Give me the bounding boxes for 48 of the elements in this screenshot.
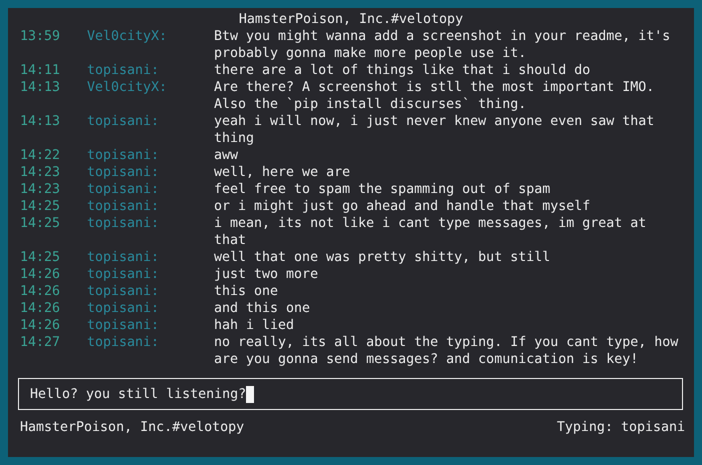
message-text: this one [214, 283, 278, 300]
message-time: 14:26 [20, 266, 60, 283]
message-nick: topisani: [87, 215, 160, 233]
message-nick: topisani: [87, 334, 160, 352]
message-time: 14:11 [20, 62, 60, 79]
message-time: 14:23 [20, 181, 60, 198]
message-text: aww [214, 147, 238, 164]
message-time: 14:25 [20, 198, 60, 215]
message-nick: topisani: [87, 147, 160, 164]
message-time: 14:26 [20, 317, 60, 334]
message-text: feel free to spam the spamming out of spam [214, 181, 550, 198]
cursor-icon [246, 386, 254, 402]
message-text: well that one was pretty shitty, but still [214, 249, 550, 266]
message-time: 14:22 [20, 147, 60, 164]
input-field[interactable]: Hello? you still listening? [18, 378, 683, 410]
message-nick: topisani: [87, 198, 160, 215]
message-text: no really, its all about the typing. If you cant type, how are you gonna send messages? and comunication is key! [214, 334, 678, 368]
message-text: just two more [214, 266, 318, 283]
message-time: 14:13 [20, 79, 60, 97]
message-time: 14:23 [20, 164, 60, 181]
message-nick: topisani: [87, 266, 160, 283]
message-nick: Vel0cityX: [87, 28, 168, 46]
message-text: and this one [214, 300, 310, 317]
message-time: 14:27 [20, 334, 60, 352]
typing-indicator: Typing: topisani [556, 419, 685, 436]
message-text: or i might just go ahead and handle that myself [214, 198, 590, 215]
message-time: 14:25 [20, 249, 60, 266]
message-time: 13:59 [20, 28, 60, 46]
message-text: there are a lot of things like that i should do [214, 62, 590, 79]
message-nick: topisani: [87, 317, 160, 334]
message-text: hah i lied [214, 317, 294, 334]
message-time: 14:25 [20, 215, 60, 233]
message-nick: topisani: [87, 249, 160, 266]
message-nick: topisani: [87, 300, 160, 317]
window-title: HamsterPoison, Inc.#velotopy [238, 11, 464, 28]
message-nick: topisani: [87, 113, 160, 131]
message-text: Btw you might wanna add a screenshot in your readme, it's probably gonna make more people use it. [214, 28, 672, 62]
message-time: 14:26 [20, 300, 60, 317]
message-nick: topisani: [87, 62, 160, 79]
message-nick: topisani: [87, 181, 160, 198]
channel-name: HamsterPoison, Inc.#velotopy [20, 419, 244, 436]
message-text: well, here we are [214, 164, 350, 181]
message-nick: topisani: [87, 283, 160, 300]
message-text: Are there? A screenshot is stll the most important IMO. Also the `pip install discurses` thing. [214, 79, 656, 113]
message-time: 14:26 [20, 283, 60, 300]
message-nick: Vel0cityX: [87, 79, 168, 97]
message-nick: topisani: [87, 164, 160, 181]
message-time: 14:13 [20, 113, 60, 131]
